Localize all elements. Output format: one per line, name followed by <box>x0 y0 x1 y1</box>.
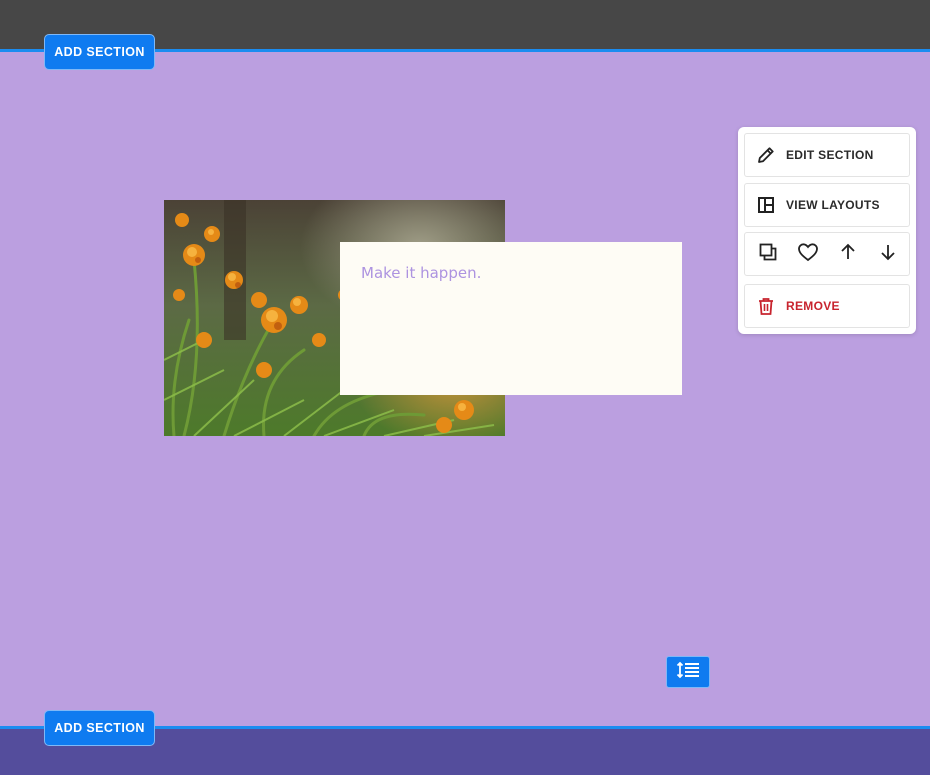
remove-label: REMOVE <box>786 299 840 313</box>
add-section-button-bottom[interactable]: ADD SECTION <box>44 710 155 746</box>
arrow-up-icon <box>838 242 858 267</box>
add-section-button-top[interactable]: ADD SECTION <box>44 34 155 70</box>
heart-icon <box>797 242 819 267</box>
move-section-up-button[interactable] <box>828 234 868 274</box>
section-height-button[interactable] <box>666 656 710 688</box>
view-layouts-label: VIEW LAYOUTS <box>786 198 880 212</box>
pencil-icon <box>755 144 777 166</box>
edit-section-label: EDIT SECTION <box>786 148 874 162</box>
move-section-down-button[interactable] <box>868 234 908 274</box>
trash-icon <box>755 295 777 317</box>
remove-section-button[interactable]: REMOVE <box>744 284 910 328</box>
view-layouts-button[interactable]: VIEW LAYOUTS <box>744 183 910 227</box>
arrow-down-icon <box>878 242 898 267</box>
duplicate-icon <box>758 242 778 267</box>
text-box[interactable]: Make it happen. <box>340 242 682 395</box>
resize-icon <box>676 661 700 684</box>
section-actions-row <box>744 232 910 276</box>
duplicate-section-button[interactable] <box>748 234 788 274</box>
tagline-text[interactable]: Make it happen. <box>361 264 481 282</box>
edit-section-button[interactable]: EDIT SECTION <box>744 133 910 177</box>
favorite-section-button[interactable] <box>788 234 828 274</box>
layout-icon <box>755 194 777 216</box>
content-section[interactable]: Make it happen. EDIT SECTION VIEW LAYOUT… <box>0 52 930 726</box>
section-toolbar: EDIT SECTION VIEW LAYOUTS REMOVE <box>738 127 916 334</box>
